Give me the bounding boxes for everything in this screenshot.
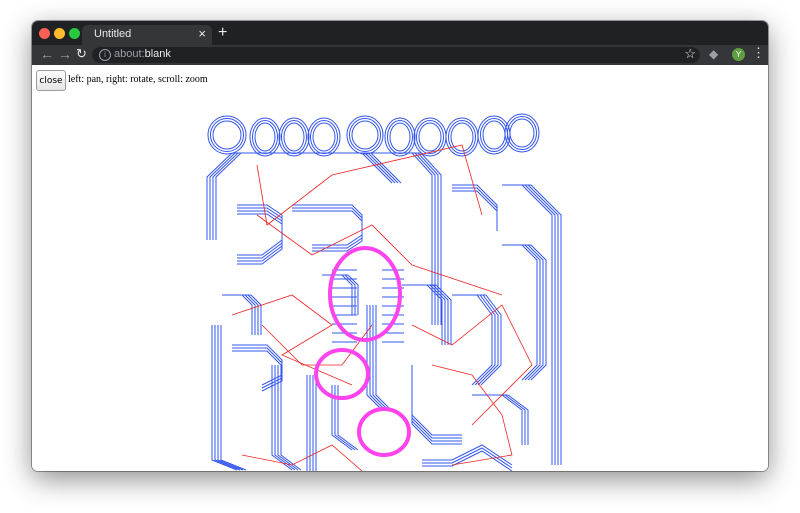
star-icon[interactable]: ☆ — [684, 46, 696, 62]
trace-contour — [505, 184, 556, 465]
letter-contour — [480, 118, 508, 152]
letter-contour — [210, 118, 244, 152]
letter-contour — [351, 120, 379, 150]
trace-contour — [217, 325, 244, 471]
circuit-traces — [206, 113, 562, 471]
highlight-circle — [328, 246, 402, 342]
avatar-icon[interactable]: Y — [732, 48, 745, 61]
trace-contour — [372, 152, 433, 325]
trace-contour — [411, 374, 462, 445]
letter-contour — [254, 122, 276, 152]
trace-contour — [220, 325, 247, 471]
letter-contour — [416, 120, 444, 154]
trace-contour — [322, 274, 353, 315]
trace-contour — [411, 368, 462, 439]
toolpath-canvas[interactable] — [32, 65, 768, 471]
trace-contour — [215, 152, 402, 240]
new-tab-button[interactable]: + — [218, 24, 227, 42]
letter-contour — [389, 122, 411, 152]
address-bar[interactable]: i about:blank ☆ — [92, 46, 700, 63]
trace-contour — [508, 244, 544, 381]
trace-contour — [375, 152, 436, 325]
letter-contour — [283, 122, 305, 152]
letter-contour — [418, 122, 442, 152]
trace-contour — [369, 305, 386, 411]
trace-contour — [502, 184, 553, 465]
back-arrow-icon[interactable]: ← — [40, 46, 54, 62]
trace-contour — [366, 305, 383, 411]
letter-contour — [387, 120, 413, 154]
trace-contour — [206, 152, 393, 240]
trace-contour — [378, 152, 439, 325]
letter-contour — [482, 120, 506, 150]
trace-contour — [511, 244, 547, 381]
browser-window: Untitled × + ← → ↻ i about:blank ☆ ◆ Y ⋮… — [32, 21, 768, 471]
trace-contour — [505, 244, 541, 381]
trace-contour — [455, 294, 496, 386]
browser-toolbar: ← → ↻ i about:blank ☆ ◆ Y ⋮ — [32, 45, 768, 65]
trace-contour — [511, 184, 562, 465]
close-button[interactable]: close — [36, 70, 66, 91]
letter-contour — [252, 120, 278, 154]
trace-contour — [211, 325, 238, 471]
letter-contour — [349, 118, 381, 152]
trace-contour — [422, 450, 513, 471]
trace-contour — [502, 244, 538, 381]
menu-icon[interactable]: ⋮ — [752, 45, 765, 61]
letter-contour — [281, 120, 307, 154]
maximize-window-button[interactable] — [69, 28, 80, 39]
page-viewport[interactable]: close left: pan, right: rotate, scroll: … — [32, 65, 768, 471]
url-scheme: about: — [114, 48, 145, 60]
travel-path — [241, 444, 363, 471]
trace-contour — [405, 284, 446, 345]
tab-close-icon[interactable]: × — [198, 26, 206, 41]
trace-contour — [402, 284, 443, 345]
letter-contour — [448, 120, 476, 154]
trace-contour — [280, 365, 302, 471]
url-path: blank — [144, 48, 171, 60]
trace-contour — [214, 325, 241, 471]
controls-hint: left: pan, right: rotate, scroll: zoom — [68, 74, 208, 85]
trace-contour — [452, 187, 498, 228]
letter-contour — [509, 118, 535, 148]
travel-path — [411, 304, 533, 426]
letter-contour — [312, 122, 336, 152]
minimize-window-button[interactable] — [54, 28, 65, 39]
highlight-circle — [314, 348, 370, 400]
letter-contour — [310, 120, 338, 154]
trace-contour — [375, 305, 392, 411]
trace-contour — [222, 294, 253, 335]
trace-contour — [231, 294, 262, 335]
trace-contour — [372, 305, 389, 411]
letter-contour — [507, 116, 537, 150]
trace-contour — [508, 184, 559, 465]
trace-contour — [237, 213, 283, 265]
highlight-circle — [357, 407, 411, 457]
title-bar: Untitled × + — [32, 21, 768, 45]
reload-icon[interactable]: ↻ — [76, 46, 87, 62]
travel-path — [256, 214, 503, 296]
trace-contour — [411, 365, 462, 436]
trace-contour — [225, 294, 256, 335]
letter-contour — [212, 120, 242, 150]
tab-title: Untitled — [94, 28, 132, 40]
url-text[interactable]: about:blank — [114, 48, 171, 60]
trace-contour — [411, 371, 462, 442]
info-icon[interactable]: i — [99, 49, 111, 61]
letter-contour — [207, 115, 247, 155]
travel-path — [231, 294, 353, 386]
extension-icon[interactable]: ◆ — [709, 47, 718, 61]
close-window-button[interactable] — [39, 28, 50, 39]
trace-contour — [452, 190, 498, 231]
tab-untitled[interactable]: Untitled × — [82, 25, 212, 45]
forward-arrow-icon[interactable]: → — [58, 46, 72, 62]
